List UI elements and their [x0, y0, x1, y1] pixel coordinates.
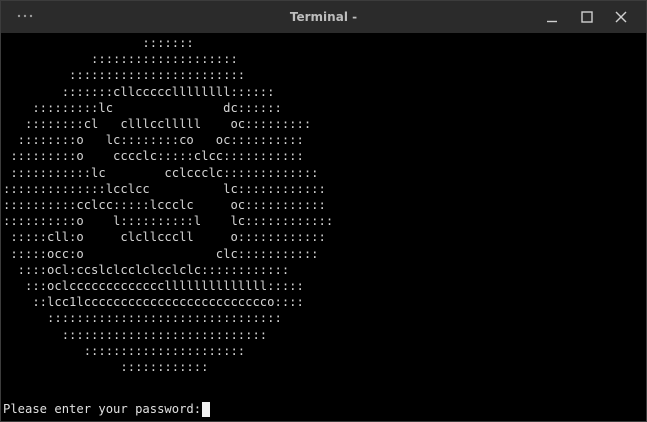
minimize-icon [547, 20, 557, 23]
maximize-button[interactable] [574, 5, 600, 29]
close-button[interactable] [608, 5, 634, 29]
terminal-window: Terminal - ::::::: :::::::::::::::::::: … [0, 0, 647, 422]
close-icon [615, 11, 627, 23]
minimize-button[interactable] [539, 5, 565, 29]
ascii-art-logo: ::::::: :::::::::::::::::::: :::::::::::… [3, 36, 334, 375]
title-bar[interactable]: Terminal - [1, 1, 646, 33]
password-prompt: Please enter your password: [3, 402, 202, 416]
password-prompt-line[interactable]: Please enter your password: [3, 401, 211, 417]
terminal-output[interactable]: ::::::: :::::::::::::::::::: :::::::::::… [1, 33, 646, 421]
maximize-icon [581, 11, 593, 23]
text-cursor [202, 401, 211, 417]
